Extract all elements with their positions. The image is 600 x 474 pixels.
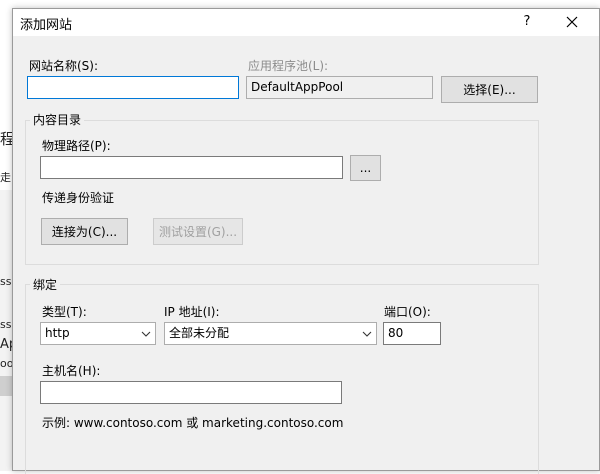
background-text: ss bbox=[0, 275, 12, 288]
ip-address-value: 全部未分配 bbox=[169, 326, 230, 340]
app-pool-field: DefaultAppPool bbox=[246, 76, 433, 99]
ip-address-label: IP 地址(I): bbox=[164, 305, 220, 319]
port-value: 80 bbox=[388, 326, 404, 340]
connect-as-button[interactable]: 连接为(C)... bbox=[41, 218, 128, 245]
help-button[interactable]: ? bbox=[516, 11, 538, 33]
type-label: 类型(T): bbox=[42, 305, 87, 319]
app-pool-value: DefaultAppPool bbox=[251, 80, 344, 94]
browse-button[interactable]: ... bbox=[350, 155, 381, 181]
close-button[interactable] bbox=[561, 11, 583, 33]
site-name-input[interactable] bbox=[27, 76, 239, 99]
physical-path-input[interactable] bbox=[40, 156, 343, 179]
select-app-pool-button[interactable]: 选择(E)... bbox=[441, 76, 538, 103]
host-name-input[interactable] bbox=[40, 381, 342, 404]
app-pool-label: 应用程序池(L): bbox=[248, 59, 329, 73]
binding-group bbox=[25, 284, 539, 474]
chevron-down-icon bbox=[362, 331, 372, 337]
host-name-label: 主机名(H): bbox=[42, 364, 101, 378]
ip-address-select[interactable]: 全部未分配 bbox=[164, 322, 377, 345]
binding-title: 绑定 bbox=[30, 276, 61, 293]
background-window-selection bbox=[0, 376, 12, 396]
background-text: 走 bbox=[0, 171, 11, 184]
close-icon bbox=[566, 16, 578, 28]
type-value: http bbox=[45, 326, 70, 340]
dialog-titlebar: 添加网站 ? bbox=[13, 9, 599, 36]
dialog-title: 添加网站 bbox=[20, 18, 73, 33]
test-settings-button: 测试设置(G)... bbox=[153, 218, 243, 245]
port-label: 端口(O): bbox=[384, 305, 431, 319]
add-website-dialog: 添加网站 ? 网站名称(S): 应用程序池(L): DefaultAppPool… bbox=[12, 8, 600, 474]
background-text: ss bbox=[0, 318, 12, 331]
pass-through-auth-label: 传递身份验证 bbox=[42, 191, 115, 205]
port-input[interactable]: 80 bbox=[383, 322, 441, 345]
site-name-label: 网站名称(S): bbox=[29, 59, 99, 73]
chevron-down-icon bbox=[141, 331, 151, 337]
physical-path-label: 物理路径(P): bbox=[42, 139, 111, 153]
content-directory-title: 内容目录 bbox=[30, 111, 85, 128]
host-name-example: 示例: www.contoso.com 或 marketing.contoso.… bbox=[42, 416, 344, 430]
type-select[interactable]: http bbox=[40, 322, 156, 345]
